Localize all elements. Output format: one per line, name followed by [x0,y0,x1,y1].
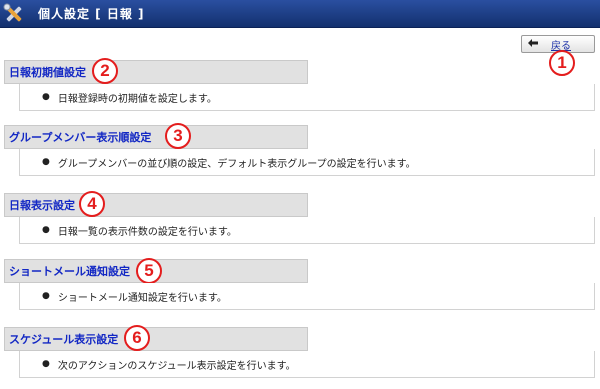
bullet-icon: ● [42,92,50,102]
tools-icon [0,0,28,28]
section-description: 次のアクションのスケジュール表示設定を行います。 [57,360,296,372]
section-header-schedule: スケジュール表示設定 [4,327,308,351]
section-description: 日報一覧の表示件数の設定を行います。 [57,226,237,238]
callout-badge-6: 6 [124,325,150,351]
short-mail-link[interactable]: ショートメール通知設定 [9,263,130,279]
schedule-display-link[interactable]: スケジュール表示設定 [9,331,118,347]
callout-badge-5: 5 [136,258,162,284]
callout-badge-4: 4 [79,191,105,217]
bullet-icon: ● [42,157,50,167]
display-settings-link[interactable]: 日報表示設定 [9,197,75,213]
bullet-icon: ● [42,291,50,301]
section-body-schedule: ● 次のアクションのスケジュール表示設定を行います。 [19,351,595,378]
bullet-icon: ● [42,225,50,235]
section-body-member-order: ● グループメンバーの並び順の設定、デフォルト表示グループの設定を行います。 [19,149,595,176]
title-bar: 個人設定 [ 日報 ] [0,0,600,28]
section-description: グループメンバーの並び順の設定、デフォルト表示グループの設定を行います。 [57,158,416,170]
callout-badge-2: 2 [92,58,118,84]
daily-defaults-link[interactable]: 日報初期値設定 [9,64,86,80]
section-description: 日報登録時の初期値を設定します。 [57,93,217,105]
callout-badge-1: 1 [549,50,575,76]
back-arrow-icon [527,38,539,51]
member-order-link[interactable]: グループメンバー表示順設定 [9,129,151,145]
section-header-daily-defaults: 日報初期値設定 [4,60,308,84]
section-body-display: ● 日報一覧の表示件数の設定を行います。 [19,217,595,244]
bullet-icon: ● [42,359,50,369]
page-title: 個人設定 [ 日報 ] [38,7,145,21]
section-header-member-order: グループメンバー表示順設定 [4,125,308,149]
section-description: ショートメール通知設定を行います。 [57,292,227,304]
section-body-short-mail: ● ショートメール通知設定を行います。 [19,283,595,310]
section-body-daily-defaults: ● 日報登録時の初期値を設定します。 [19,84,595,111]
callout-badge-3: 3 [165,123,191,149]
section-header-display: 日報表示設定 [4,193,308,217]
